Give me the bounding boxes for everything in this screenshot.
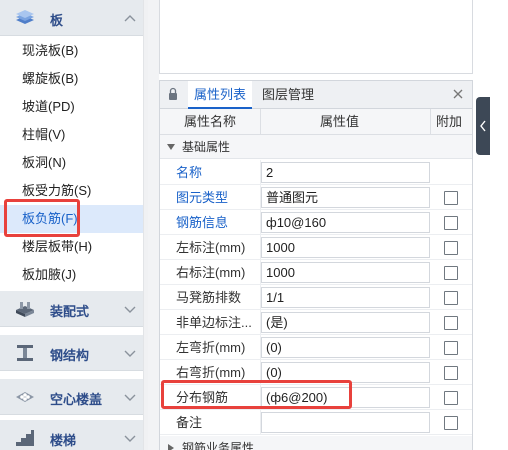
property-name: 左标注(mm)	[176, 240, 246, 255]
panel-splitter[interactable]	[148, 0, 159, 450]
sidebar-item-slab-hole[interactable]: 板洞(N)	[0, 149, 143, 177]
category-label: 装配式	[50, 304, 90, 319]
steel-structure-icon	[17, 345, 33, 361]
sidebar-item-slab-haunch[interactable]: 板加腋(J)	[0, 261, 143, 289]
append-checkbox[interactable]	[444, 291, 458, 305]
tab-layer-management[interactable]: 图层管理	[256, 81, 320, 109]
chevron-down-icon[interactable]	[124, 433, 136, 443]
append-checkbox[interactable]	[444, 391, 458, 405]
properties-tabbar: 属性列表 图层管理	[160, 81, 472, 109]
property-name: 马凳筋排数	[176, 290, 242, 305]
category-label: 板	[50, 13, 64, 28]
append-checkbox[interactable]	[444, 266, 458, 280]
property-row-left-label: 左标注(mm) 1000	[160, 235, 472, 260]
group-rebar-properties[interactable]: 钢筋业务属性	[160, 436, 472, 450]
group-label: 基础属性	[182, 140, 231, 154]
category-prefab[interactable]: 装配式	[0, 291, 143, 327]
property-value-field[interactable]: 普通图元	[261, 187, 430, 208]
category-label: 空心楼盖	[50, 392, 103, 407]
category-stairs[interactable]: 楼梯	[0, 420, 143, 450]
property-value-field[interactable]: (0)	[261, 337, 430, 358]
prefab-icon	[16, 302, 34, 317]
lock-icon[interactable]	[168, 87, 178, 101]
chevron-down-icon[interactable]	[124, 348, 136, 358]
collapse-panel-handle[interactable]	[476, 97, 490, 155]
property-row-chair-rows: 马凳筋排数 1/1	[160, 285, 472, 310]
category-slab[interactable]: 板	[0, 0, 143, 36]
sidebar-item-spiral-slab[interactable]: 螺旋板(B)	[0, 65, 143, 93]
sidebar-item-cast-slab[interactable]: 现浇板(B)	[0, 37, 143, 65]
expand-triangle-icon[interactable]	[167, 444, 175, 450]
column-property-name: 属性名称	[184, 114, 237, 129]
chevron-down-icon[interactable]	[124, 304, 136, 314]
property-row-name: 名称 2	[160, 160, 472, 185]
property-row-non-single-label: 非单边标注... (是)	[160, 310, 472, 335]
sidebar-item-slab-negative-rebar[interactable]: 板负筋(F)	[0, 205, 143, 233]
property-name: 右弯折(mm)	[176, 365, 246, 380]
property-value-field[interactable]: 2	[261, 162, 430, 183]
property-name: 右标注(mm)	[176, 265, 246, 280]
hollow-floor-icon	[16, 392, 34, 402]
category-hollow-floor[interactable]: 空心楼盖	[0, 379, 143, 415]
property-value-field[interactable]	[261, 412, 430, 433]
properties-column-header: 属性名称 属性值 附加	[160, 109, 472, 135]
collapse-triangle-icon[interactable]	[167, 143, 175, 151]
sidebar-item-column-cap[interactable]: 柱帽(V)	[0, 121, 143, 149]
property-value-field[interactable]: (ф6@200)	[261, 387, 430, 408]
append-checkbox[interactable]	[444, 366, 458, 380]
property-value-field[interactable]: ф10@160	[261, 212, 430, 233]
chevron-down-icon[interactable]	[124, 392, 136, 402]
append-checkbox[interactable]	[444, 341, 458, 355]
group-label: 钢筋业务属性	[182, 441, 255, 450]
property-name: 备注	[176, 415, 203, 430]
component-tree-sidebar: 板 现浇板(B) 螺旋板(B) 坡道(PD) 柱帽(V) 板洞(N) 板受力筋(…	[0, 0, 148, 450]
property-name: 分布钢筋	[176, 390, 229, 405]
append-checkbox[interactable]	[444, 241, 458, 255]
right-edge	[490, 0, 508, 450]
column-append: 附加	[436, 114, 463, 129]
property-value-field[interactable]: 1/1	[261, 287, 430, 308]
property-value-field[interactable]: 1000	[261, 237, 430, 258]
close-icon[interactable]	[452, 88, 464, 100]
sidebar-item-slab-main-rebar[interactable]: 板受力筋(S)	[0, 177, 143, 205]
tab-property-list[interactable]: 属性列表	[188, 81, 253, 109]
property-name: 钢筋信息	[176, 215, 229, 230]
properties-panel: 属性列表 图层管理 属性名称 属性值 附加 基础属性 名称 2 图元类型 普通图元 钢筋…	[159, 80, 473, 450]
group-basic-properties[interactable]: 基础属性	[160, 135, 472, 159]
chevron-left-icon	[480, 120, 486, 132]
sidebar-item-ramp[interactable]: 坡道(PD)	[0, 93, 143, 121]
property-row-remark: 备注	[160, 410, 472, 435]
stairs-icon	[16, 430, 34, 446]
chevron-up-icon[interactable]	[124, 13, 136, 23]
property-name: 名称	[176, 165, 203, 180]
column-property-value: 属性值	[320, 114, 360, 129]
property-name: 非单边标注...	[176, 315, 252, 330]
property-row-right-bend: 右弯折(mm) (0)	[160, 360, 472, 385]
property-name: 左弯折(mm)	[176, 340, 246, 355]
append-checkbox[interactable]	[444, 316, 458, 330]
append-checkbox[interactable]	[444, 416, 458, 430]
append-checkbox[interactable]	[444, 191, 458, 205]
property-value-field[interactable]: 1000	[261, 262, 430, 283]
property-value-field[interactable]: (是)	[261, 312, 430, 333]
slab-icon	[16, 10, 34, 24]
category-label: 钢结构	[50, 348, 90, 363]
sidebar-item-floor-slab-strip[interactable]: 楼层板带(H)	[0, 233, 143, 261]
property-row-element-type: 图元类型 普通图元	[160, 185, 472, 210]
append-checkbox[interactable]	[444, 216, 458, 230]
property-row-right-label: 右标注(mm) 1000	[160, 260, 472, 285]
property-value-field[interactable]: (0)	[261, 362, 430, 383]
category-label: 楼梯	[50, 433, 77, 448]
component-list-panel	[159, 0, 473, 74]
property-row-rebar-info: 钢筋信息 ф10@160	[160, 210, 472, 235]
category-steel-structure[interactable]: 钢结构	[0, 335, 143, 371]
property-row-left-bend: 左弯折(mm) (0)	[160, 335, 472, 360]
property-name: 图元类型	[176, 190, 229, 205]
property-row-distribution-rebar: 分布钢筋 (ф6@200)	[160, 385, 472, 410]
